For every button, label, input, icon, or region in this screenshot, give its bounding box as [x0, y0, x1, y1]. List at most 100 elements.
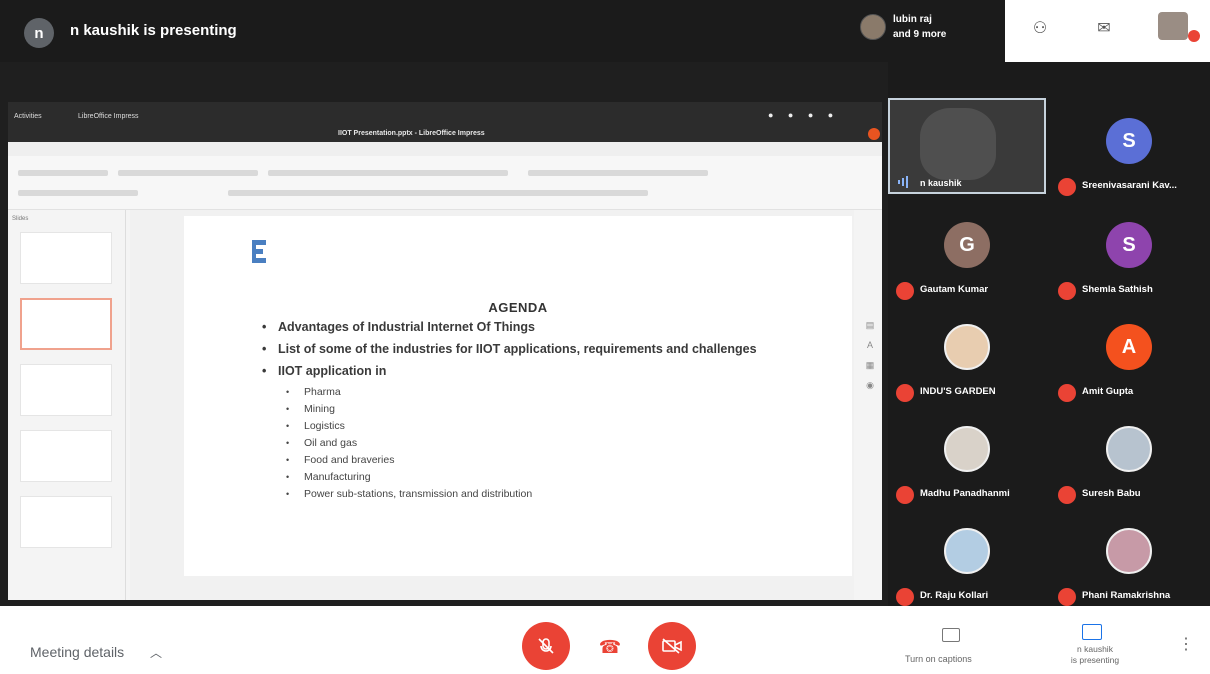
properties-icon: ▤ — [865, 320, 875, 330]
mic-toggle-button[interactable] — [522, 622, 570, 670]
agenda-sub-item: Pharma — [282, 384, 790, 401]
mic-off-icon — [896, 486, 914, 504]
participant-video — [920, 108, 996, 180]
avatar-photo — [944, 528, 990, 574]
slide-thumbnail — [20, 364, 112, 416]
notification-badge — [1188, 30, 1200, 42]
slide-thumbnail-active — [20, 298, 112, 350]
mic-off-icon — [538, 638, 554, 654]
mic-icon — [898, 176, 914, 190]
navigator-icon: ◉ — [866, 380, 874, 390]
agenda-sub-item: Manufacturing — [282, 469, 790, 486]
slide-thumbnail — [20, 430, 112, 482]
company-logo-icon — [252, 240, 266, 263]
bottom-control-bar: Meeting details ︿ ☎ Turn on captions n k… — [0, 606, 1210, 674]
mic-off-icon — [1058, 282, 1076, 300]
shared-screen: Activities LibreOffice Impress IIOT Pres… — [8, 102, 882, 634]
mic-off-icon — [896, 282, 914, 300]
agenda-item: IIOT application in — [260, 364, 790, 379]
self-view-thumbnail[interactable] — [1158, 12, 1188, 40]
participants-summary[interactable]: lubin raj and 9 more — [893, 12, 946, 42]
slide-canvas: AGENDA Advantages of Industrial Internet… — [130, 210, 854, 600]
participant-name: Dr. Raju Kollari — [920, 590, 989, 601]
participant-tile[interactable]: S Sreenivasarani Kav... — [1050, 98, 1208, 196]
camera-off-icon — [662, 638, 682, 654]
agenda-list: Advantages of Industrial Internet Of Thi… — [260, 320, 790, 503]
document-title: IIOT Presentation.pptx - LibreOffice Imp… — [338, 130, 485, 137]
slide-title: AGENDA — [488, 300, 548, 315]
people-icon[interactable]: ⚇ — [1027, 18, 1053, 40]
present-icon[interactable] — [1082, 624, 1102, 640]
present-status[interactable]: n kaushik is presenting — [1050, 644, 1140, 666]
meet-window: n n kaushik is presenting lubin raj and … — [0, 0, 1210, 674]
avatar-photo — [1106, 528, 1152, 574]
participant-name: Sreenivasarani Kav... — [1082, 180, 1177, 191]
mic-off-icon — [1058, 384, 1076, 402]
agenda-sub-item: Logistics — [282, 418, 790, 435]
slide-thumbnail — [20, 496, 112, 548]
participant-name: Gautam Kumar — [920, 284, 989, 295]
mic-off-icon — [896, 384, 914, 402]
slide-thumbnail — [20, 232, 112, 284]
participant-tile[interactable]: Phani Ramakrishna — [1050, 508, 1208, 606]
activities-label: Activities — [14, 113, 42, 120]
participants-grid: n kaushik S Sreenivasarani Kav... G Gaut… — [888, 62, 1210, 606]
avatar-photo — [944, 324, 990, 370]
close-icon — [868, 128, 880, 140]
present-status-line: n kaushik — [1077, 644, 1113, 654]
participant-name: INDU'S GARDEN — [920, 386, 996, 397]
agenda-sub-item: Mining — [282, 401, 790, 418]
chevron-up-icon[interactable]: ︿ — [150, 644, 162, 661]
presentation-stage: Activities LibreOffice Impress IIOT Pres… — [0, 62, 888, 634]
avatar: S — [1106, 118, 1152, 164]
avatar-photo — [944, 426, 990, 472]
agenda-sub-item: Food and braveries — [282, 452, 790, 469]
toolbar — [8, 156, 882, 210]
agenda-sub-list: Pharma Mining Logistics Oil and gas Food… — [282, 384, 790, 503]
participant-tile[interactable]: Dr. Raju Kollari — [888, 508, 1046, 606]
agenda-sub-item: Oil and gas — [282, 435, 790, 452]
participant-more-count: and 9 more — [893, 29, 947, 40]
avatar: A — [1106, 324, 1152, 370]
slides-pane: Slides — [8, 210, 126, 600]
os-titlebar: Activities LibreOffice Impress IIOT Pres… — [8, 102, 882, 142]
top-actions: ⚇ ✉ — [1005, 0, 1210, 62]
participant-tile[interactable]: S Shemla Sathish — [1050, 202, 1208, 300]
slide: AGENDA Advantages of Industrial Internet… — [184, 216, 852, 576]
agenda-item: List of some of the industries for IIOT … — [260, 342, 790, 357]
menu-bar — [8, 142, 882, 156]
participant-name: Suresh Babu — [1082, 488, 1141, 499]
present-status-line: is presenting — [1070, 655, 1120, 665]
participant-name: Shemla Sathish — [1082, 284, 1153, 295]
participant-tile[interactable]: Madhu Panadhanmi — [888, 406, 1046, 504]
mic-off-icon — [896, 588, 914, 606]
sidebar-tools: ▤ A ▦ ◉ — [858, 210, 882, 600]
participant-tile-video[interactable]: n kaushik — [888, 98, 1046, 194]
captions-label[interactable]: Turn on captions — [905, 654, 972, 664]
participant-name: Phani Ramakrishna — [1082, 590, 1171, 601]
participant-name: Madhu Panadhanmi — [920, 488, 1010, 499]
presenter-avatar: n — [24, 18, 54, 48]
agenda-item: Advantages of Industrial Internet Of Thi… — [260, 320, 790, 335]
captions-icon[interactable] — [942, 628, 960, 642]
avatar: G — [944, 222, 990, 268]
more-options-icon[interactable]: ⋮ — [1178, 634, 1194, 654]
participant-tile[interactable]: A Amit Gupta — [1050, 304, 1208, 402]
participant-name: lubin raj — [893, 14, 932, 25]
mic-off-icon — [1058, 588, 1076, 606]
hang-up-icon[interactable]: ☎ — [596, 638, 624, 656]
participant-tile[interactable]: Suresh Babu — [1050, 406, 1208, 504]
mic-off-icon — [1058, 486, 1076, 504]
styles-icon: A — [866, 340, 873, 350]
slides-pane-label: Slides — [12, 216, 29, 222]
system-tray-icons: ● ● ● ● — [768, 110, 840, 120]
participant-tile[interactable]: INDU'S GARDEN — [888, 304, 1046, 402]
camera-toggle-button[interactable] — [648, 622, 696, 670]
participant-avatar — [860, 14, 886, 40]
meeting-details-button[interactable]: Meeting details — [30, 644, 124, 660]
participant-tile[interactable]: G Gautam Kumar — [888, 202, 1046, 300]
participant-name: n kaushik — [920, 178, 962, 188]
chat-icon[interactable]: ✉ — [1091, 18, 1117, 40]
avatar: S — [1106, 222, 1152, 268]
gallery-icon: ▦ — [865, 360, 875, 370]
